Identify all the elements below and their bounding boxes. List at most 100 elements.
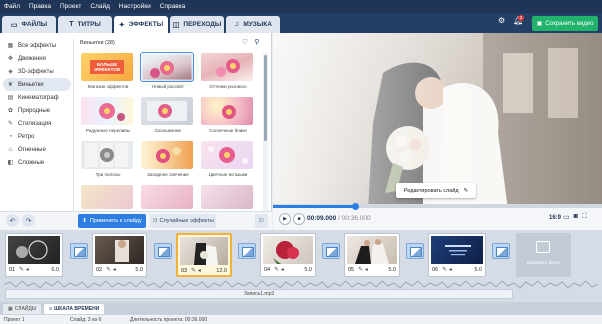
grid-icon: ▦ bbox=[7, 43, 14, 49]
effect-item[interactable]: Оттенки розового bbox=[201, 53, 255, 89]
effects-scrollbar[interactable] bbox=[263, 53, 268, 213]
screen-icon[interactable]: ▭ bbox=[563, 213, 570, 221]
category-fire[interactable]: ♨ Огненные bbox=[3, 143, 71, 156]
category-label: Движения bbox=[18, 55, 46, 62]
edit-slide-button[interactable]: Редактировать слайд ✎ bbox=[396, 183, 476, 198]
random-effects-button[interactable]: ⤨ Случайные эффекты bbox=[150, 214, 216, 228]
audio-track[interactable]: Запись1.mp3 bbox=[5, 289, 513, 299]
tab-transitions[interactable]: ◫ ПЕРЕХОДЫ bbox=[170, 16, 224, 33]
snapshot-icon[interactable]: ◙ bbox=[574, 213, 578, 221]
clip-icons: ✎ ◂ bbox=[442, 267, 452, 273]
effect-item[interactable]: Западное свечение bbox=[141, 141, 195, 177]
fullscreen-icon[interactable]: ⛶ bbox=[582, 213, 587, 221]
divider bbox=[73, 39, 74, 215]
tab-titles[interactable]: T ТИТРЫ bbox=[58, 16, 112, 33]
undo-icon: ↶ bbox=[9, 217, 16, 225]
effect-item[interactable]: Три полосы bbox=[81, 141, 135, 177]
scrollbar-thumb[interactable] bbox=[264, 55, 267, 141]
menu-edit[interactable]: Правка bbox=[29, 3, 51, 10]
apply-to-slide-button[interactable]: ⬇ Применить к слайду bbox=[78, 214, 146, 228]
effect-item[interactable]: Новый рассвет bbox=[140, 52, 195, 89]
slide-clip[interactable]: 02 ✎ ◂ 5.0 bbox=[92, 233, 147, 277]
gear-icon[interactable]: ⚙ bbox=[498, 16, 505, 25]
progress-bar[interactable] bbox=[273, 203, 602, 210]
tab-timeline[interactable]: ≡ ШКАЛА ВРЕМЕНИ bbox=[44, 304, 105, 314]
category-retro[interactable]: ◔ Ретро bbox=[3, 130, 71, 143]
add-photo-slot[interactable]: Добавьте фото bbox=[516, 233, 571, 277]
flower-image bbox=[156, 147, 181, 163]
slide-clip-selected[interactable]: 03 ✎ ◂ 12.0 bbox=[176, 233, 232, 277]
category-3d[interactable]: ◈ 3D-эффекты bbox=[3, 65, 71, 78]
flower-image bbox=[216, 59, 240, 77]
download-icon: ⬇ bbox=[82, 218, 87, 224]
category-label: Природные bbox=[18, 107, 51, 114]
category-label: Кинематограф bbox=[18, 94, 59, 101]
effect-item[interactable] bbox=[81, 185, 135, 212]
category-complex[interactable]: ◧ Сложные bbox=[3, 156, 71, 169]
category-motion[interactable]: ✥ Движения bbox=[3, 52, 71, 65]
transition-tile[interactable] bbox=[492, 243, 510, 259]
menu-help[interactable]: Справка bbox=[160, 3, 186, 10]
progress-knob[interactable] bbox=[352, 203, 360, 210]
slide-clip[interactable]: 05 ✎ ◂ 5.0 bbox=[344, 233, 400, 277]
transition-tile[interactable] bbox=[154, 243, 172, 259]
tab-music[interactable]: ♫ МУЗЫКА bbox=[226, 16, 280, 33]
fire-icon: ♨ bbox=[7, 147, 14, 153]
view-tabs: ▦ СЛАЙДЫ ≡ ШКАЛА ВРЕМЕНИ bbox=[0, 302, 602, 314]
slide-clip[interactable]: 01 ✎ ◂ 6.0 bbox=[5, 233, 63, 277]
effect-item[interactable]: Солнечные блики bbox=[201, 97, 255, 133]
menu-settings[interactable]: Настройки bbox=[119, 3, 151, 10]
category-label: Ретро bbox=[18, 133, 35, 140]
effect-thumbnail bbox=[141, 97, 193, 125]
category-cinema[interactable]: ▤ Кинематограф bbox=[3, 91, 71, 104]
tab-transitions-label: ПЕРЕХОДЫ bbox=[183, 21, 222, 28]
retro-icon: ◔ bbox=[8, 133, 13, 140]
category-vignettes[interactable]: ❦ Виньетки bbox=[3, 78, 71, 91]
tab-slides[interactable]: ▦ СЛАЙДЫ bbox=[3, 304, 42, 314]
category-nature[interactable]: ✿ Природные bbox=[3, 104, 71, 117]
folder-icon: ▭ bbox=[10, 21, 18, 29]
transition-tile[interactable] bbox=[322, 243, 340, 259]
transition-tile[interactable] bbox=[406, 243, 424, 259]
flower-image bbox=[141, 53, 193, 81]
undo-button[interactable]: ↶ bbox=[6, 214, 19, 227]
effect-item[interactable]: Цветные вспышки bbox=[201, 141, 255, 177]
menu-project[interactable]: Проект bbox=[60, 3, 81, 10]
play-button[interactable]: ▶ bbox=[279, 213, 291, 225]
tab-files[interactable]: ▭ ФАЙЛЫ bbox=[2, 16, 56, 33]
search-icon[interactable]: ⚲ bbox=[254, 38, 259, 46]
effect-item[interactable] bbox=[141, 185, 195, 212]
slide-clip[interactable]: 04 ✎ ◂ 5.0 bbox=[260, 233, 316, 277]
effect-item[interactable]: Скольжение bbox=[141, 97, 195, 133]
tab-titles-label: ТИТРЫ bbox=[77, 21, 101, 28]
effect-item[interactable] bbox=[201, 185, 255, 212]
pin-icon: ⚐ bbox=[258, 218, 265, 225]
effect-item[interactable]: БОЛЬШЕ ЭФФЕКТОВ Магазин эффектов bbox=[81, 53, 135, 89]
clip-icons: ✎ ◂ bbox=[358, 267, 368, 273]
clip-icons: ✎ ◂ bbox=[274, 267, 284, 273]
aspect-ratio[interactable]: 16:9 bbox=[549, 215, 561, 221]
status-slide: Слайд: 3 из 6 bbox=[70, 317, 102, 323]
menu-slide[interactable]: Слайд bbox=[90, 3, 110, 10]
effect-label: Солнечные блики bbox=[209, 128, 247, 133]
effect-thumbnail bbox=[201, 53, 253, 81]
menu-file[interactable]: Файл bbox=[4, 3, 20, 10]
category-stylization[interactable]: ✎ Стилизация bbox=[3, 117, 71, 130]
clip-image bbox=[445, 245, 471, 256]
text-icon: T bbox=[69, 21, 74, 28]
category-all[interactable]: ▦ Все эффекты bbox=[3, 39, 71, 52]
stop-button[interactable]: ■ bbox=[293, 213, 305, 225]
shuffle-icon: ⤨ bbox=[152, 217, 157, 224]
pin-button[interactable]: ⚐ bbox=[255, 214, 268, 228]
transition-tile[interactable] bbox=[238, 243, 256, 259]
heart-icon[interactable]: ♡ bbox=[242, 38, 248, 46]
transition-tile[interactable] bbox=[70, 243, 88, 259]
category-label: 3D-эффекты bbox=[18, 68, 54, 75]
redo-button[interactable]: ↷ bbox=[22, 214, 35, 227]
effect-item[interactable]: Радужные переливы bbox=[81, 97, 135, 133]
clip-icons: ✎ ◂ bbox=[19, 267, 29, 273]
current-time: 00:09.000 bbox=[307, 215, 337, 222]
tab-effects[interactable]: ✦ ЭФФЕКТЫ bbox=[114, 16, 168, 33]
save-video-button[interactable]: ▣ Сохранить видео bbox=[532, 16, 598, 31]
slide-clip[interactable]: 06 ✎ ◂ 5.0 bbox=[428, 233, 486, 277]
